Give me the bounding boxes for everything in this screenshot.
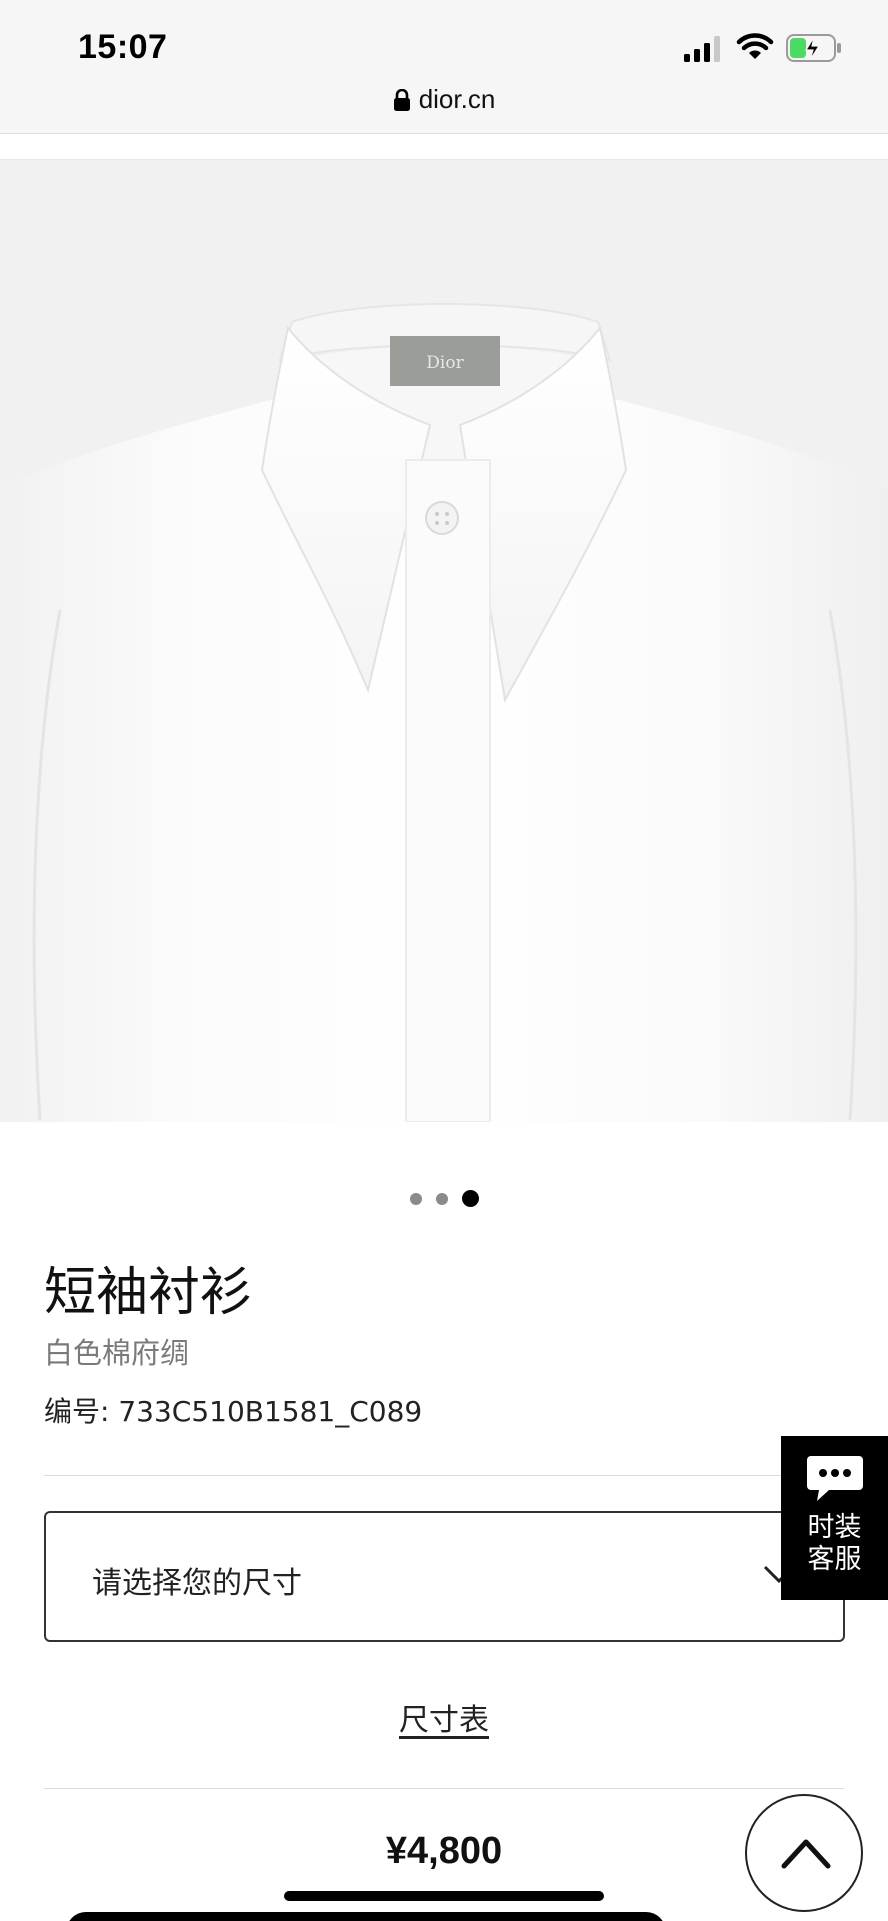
customer-service-button[interactable]: 时装 客服 — [781, 1436, 888, 1600]
size-select-placeholder: 请选择您的尺寸 — [92, 1566, 302, 1601]
dior-label-text: Dior — [426, 353, 464, 373]
header-separator — [0, 134, 888, 160]
chat-label-line1: 时装 — [807, 1512, 862, 1543]
chat-label-line2: 客服 — [807, 1544, 862, 1575]
product-image[interactable]: Dior — [0, 160, 888, 1122]
chevron-up-icon — [781, 1839, 831, 1869]
lock-icon — [393, 89, 410, 111]
url-text: dior.cn — [418, 84, 496, 114]
carousel-dot-active[interactable] — [461, 1190, 479, 1208]
product-reference: 编号: 733C510B1581_C089 — [44, 1395, 423, 1428]
product-title: 短袖衬衫 — [44, 1263, 253, 1323]
size-select[interactable]: 请选择您的尺寸 — [44, 1511, 845, 1642]
carousel-dot[interactable] — [409, 1192, 422, 1205]
wifi-icon — [736, 33, 774, 59]
scroll-to-top-button[interactable] — [745, 1794, 863, 1912]
add-to-cart-button[interactable] — [66, 1912, 666, 1921]
divider — [44, 1788, 844, 1789]
battery-charging-icon — [786, 34, 841, 62]
size-chart-link[interactable]: 尺寸表 — [399, 1703, 489, 1738]
size-chart-link-row: 尺寸表 — [0, 1695, 888, 1739]
carousel-indicator — [0, 1190, 888, 1210]
home-indicator — [284, 1891, 604, 1901]
shirt-illustration: Dior — [0, 160, 888, 1122]
product-subtitle: 白色棉府绸 — [44, 1336, 190, 1370]
signal-icon — [684, 36, 720, 62]
divider — [44, 1475, 844, 1476]
url-bar[interactable]: dior.cn — [0, 84, 888, 115]
status-time: 15:07 — [78, 28, 168, 66]
chat-bubble-icon — [806, 1456, 863, 1501]
carousel-dot[interactable] — [435, 1192, 448, 1205]
browser-status-bar: 15:07 dior.cn — [0, 0, 888, 134]
